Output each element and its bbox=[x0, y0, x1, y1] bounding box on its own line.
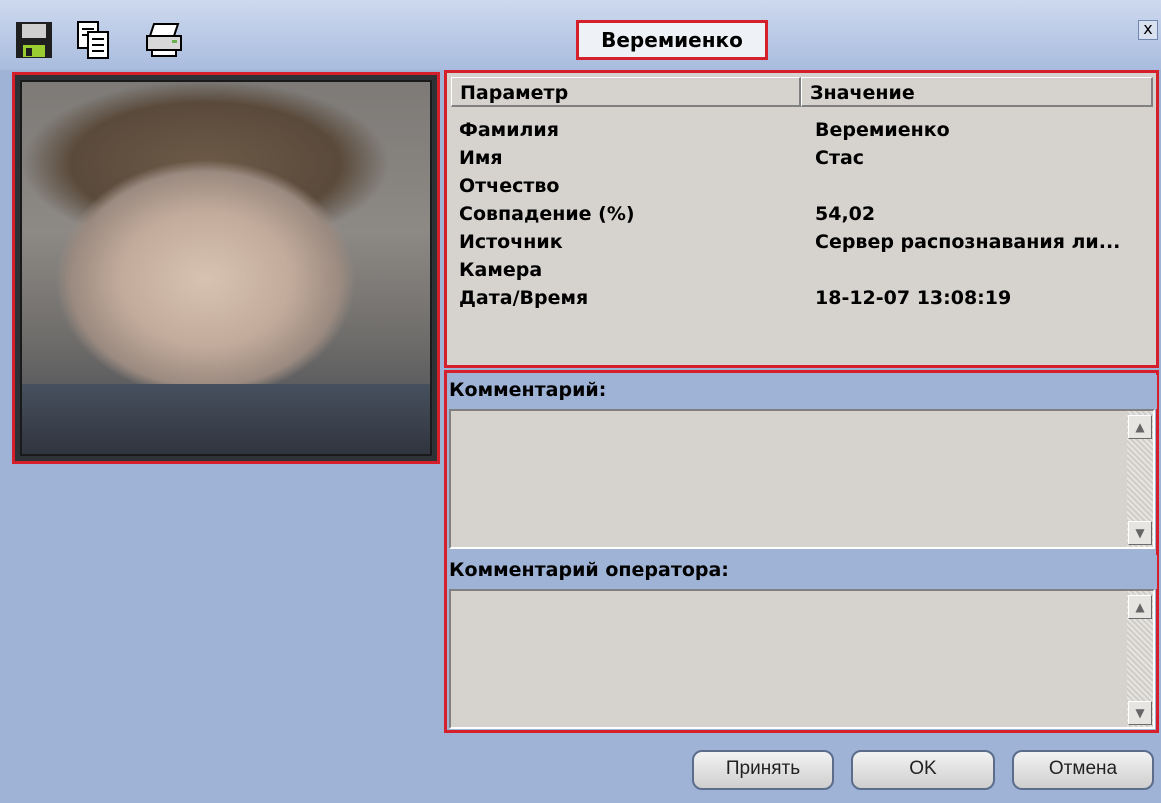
header-parameter[interactable]: Параметр bbox=[451, 77, 801, 107]
param-value: Стас bbox=[815, 147, 865, 169]
table-row[interactable]: Камера bbox=[459, 259, 1159, 287]
face-image bbox=[20, 80, 432, 456]
scroll-up-icon[interactable]: ▲ bbox=[1128, 415, 1152, 439]
param-value: 54,02 bbox=[815, 203, 876, 225]
save-icon[interactable] bbox=[14, 20, 54, 60]
header-value[interactable]: Значение bbox=[801, 77, 1153, 107]
table-row[interactable]: Отчество bbox=[459, 175, 1159, 203]
cancel-button[interactable]: Отмена bbox=[1012, 750, 1154, 790]
comment-scrollbar[interactable]: ▲ ▼ bbox=[1127, 411, 1153, 547]
param-label: Совпадение (%) bbox=[459, 203, 635, 225]
comment-field[interactable]: ▲ ▼ bbox=[449, 409, 1155, 549]
comments-panel: Комментарий: ▲ ▼ Комментарий оператора: … bbox=[444, 370, 1159, 733]
info-table: Параметр Значение Фамилия Веремиенко Имя… bbox=[444, 70, 1159, 368]
table-rows: Фамилия Веремиенко Имя Стас Отчество Сов… bbox=[459, 119, 1159, 315]
table-row[interactable]: Имя Стас bbox=[459, 147, 1159, 175]
accept-button[interactable]: Принять bbox=[692, 750, 834, 790]
face-photo bbox=[12, 72, 440, 464]
table-row[interactable]: Источник Сервер распознавания ли... bbox=[459, 231, 1159, 259]
close-icon[interactable]: x bbox=[1138, 20, 1158, 40]
operator-comment-scrollbar[interactable]: ▲ ▼ bbox=[1127, 591, 1153, 727]
operator-comment-label: Комментарий оператора: bbox=[449, 555, 1157, 589]
ok-button[interactable]: OK bbox=[851, 750, 995, 790]
scroll-down-icon[interactable]: ▼ bbox=[1128, 521, 1152, 545]
face-detail-window: Веремиенко x Параметр Значение Фамилия В… bbox=[0, 0, 1161, 803]
param-value: Сервер распознавания ли... bbox=[815, 231, 1121, 253]
table-row[interactable]: Совпадение (%) 54,02 bbox=[459, 203, 1159, 231]
comment-label: Комментарий: bbox=[449, 375, 1157, 409]
param-label: Источник bbox=[459, 231, 563, 253]
param-value bbox=[815, 259, 1155, 287]
param-label: Дата/Время bbox=[459, 287, 589, 309]
print-icon[interactable] bbox=[144, 20, 184, 60]
param-label: Имя bbox=[459, 147, 503, 169]
operator-comment-field[interactable]: ▲ ▼ bbox=[449, 589, 1155, 729]
scroll-down-icon[interactable]: ▼ bbox=[1128, 701, 1152, 725]
param-value: 18-12-07 13:08:19 bbox=[815, 287, 1012, 309]
copy-icon[interactable] bbox=[74, 20, 114, 60]
param-label: Фамилия bbox=[459, 119, 559, 141]
table-row[interactable]: Дата/Время 18-12-07 13:08:19 bbox=[459, 287, 1159, 315]
param-value: Веремиенко bbox=[815, 119, 950, 141]
param-value bbox=[815, 175, 1155, 203]
scroll-up-icon[interactable]: ▲ bbox=[1128, 595, 1152, 619]
window-title: Веремиенко bbox=[576, 20, 768, 60]
param-label: Камера bbox=[459, 259, 543, 281]
title-bar: Веремиенко x bbox=[0, 0, 1161, 70]
table-row[interactable]: Фамилия Веремиенко bbox=[459, 119, 1159, 147]
param-label: Отчество bbox=[459, 175, 560, 197]
table-header: Параметр Значение bbox=[451, 77, 1153, 109]
